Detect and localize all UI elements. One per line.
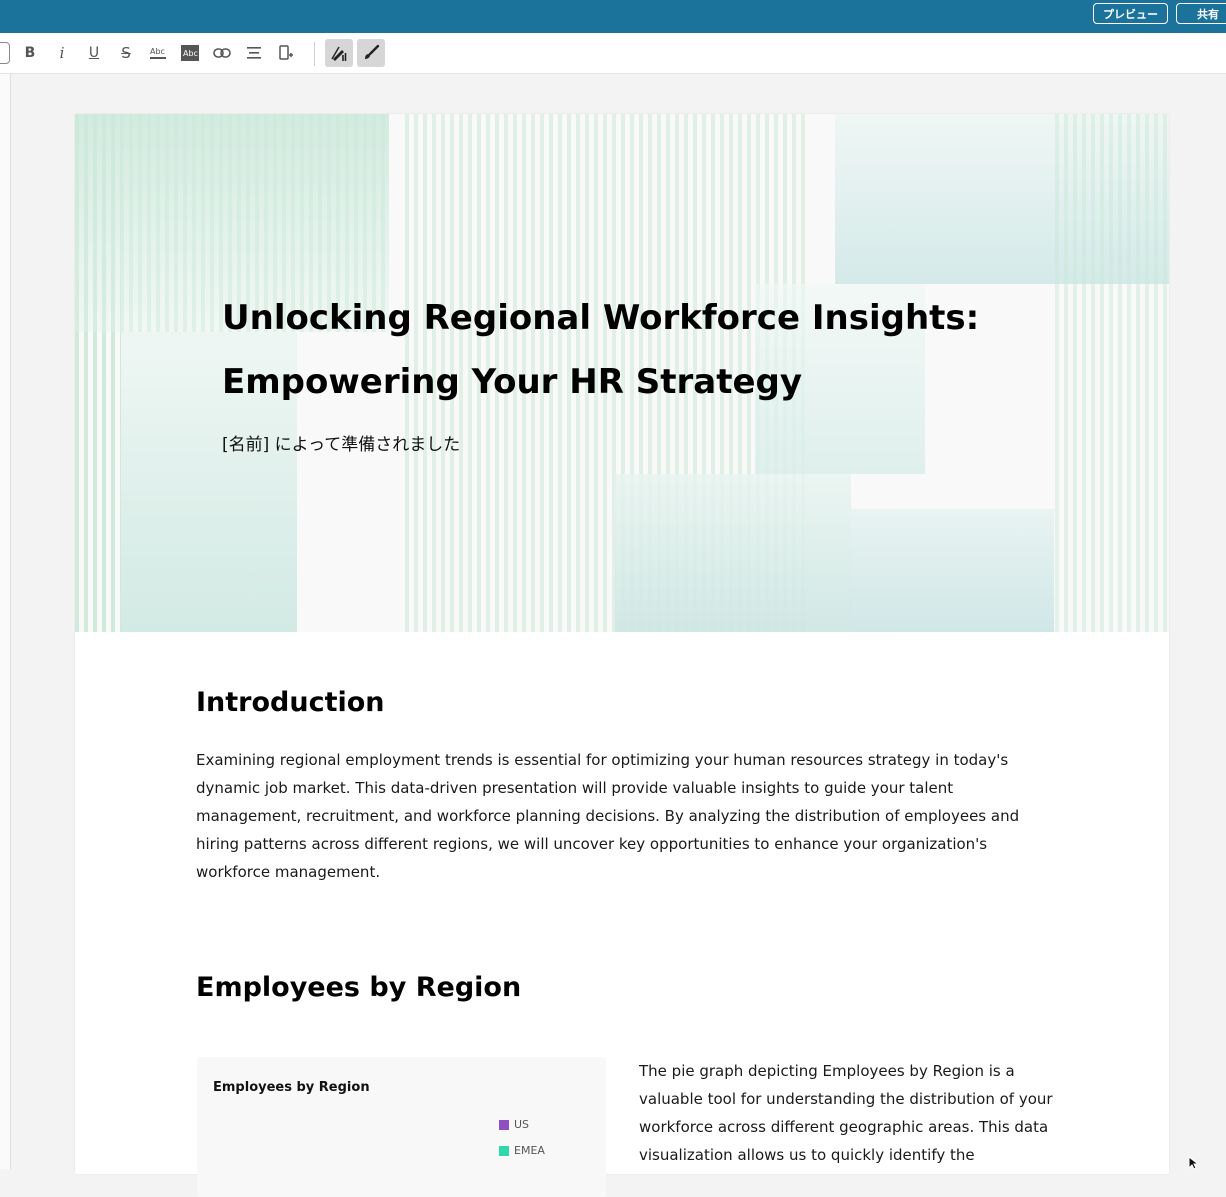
- document-page: Unlocking Regional Workforce Insights: E…: [75, 114, 1169, 1197]
- mouse-cursor-icon: [1188, 1156, 1200, 1170]
- highlight-button[interactable]: Abc: [176, 39, 204, 67]
- align-icon: [247, 47, 261, 59]
- chart-title: Employees by Region: [213, 1080, 370, 1095]
- insert-icon: [279, 45, 293, 60]
- style-brush-button[interactable]: [357, 39, 385, 67]
- strikethrough-icon: S: [121, 44, 131, 62]
- underline-icon: U: [88, 45, 100, 61]
- cover-title[interactable]: Unlocking Regional Workforce Insights: E…: [222, 286, 1002, 414]
- cover-banner: Unlocking Regional Workforce Insights: E…: [75, 114, 1169, 632]
- legend-item-emea: EMEA: [499, 1144, 545, 1157]
- font-size-field[interactable]: [0, 42, 10, 64]
- text-color-icon: Abc: [150, 47, 166, 59]
- svg-text:Abc: Abc: [150, 47, 165, 56]
- insert-button[interactable]: [272, 39, 300, 67]
- introduction-heading[interactable]: Introduction: [196, 687, 385, 718]
- sparkle-pen-icon: [331, 46, 347, 61]
- underline-button[interactable]: U: [80, 39, 108, 67]
- bold-icon: B: [24, 45, 36, 61]
- cover-decoration: [850, 509, 1054, 632]
- share-button[interactable]: 共有: [1176, 3, 1226, 24]
- legend-item-us: US: [499, 1118, 529, 1131]
- employees-chart[interactable]: Employees by Region US EMEA: [197, 1057, 606, 1197]
- cover-subtitle[interactable]: [名前] によって準備されました: [222, 430, 460, 455]
- link-icon: [213, 48, 231, 58]
- employees-body[interactable]: The pie graph depicting Employees by Reg…: [639, 1057, 1059, 1169]
- preview-button[interactable]: プレビュー: [1093, 3, 1168, 24]
- ai-assist-button[interactable]: [325, 39, 353, 67]
- italic-button[interactable]: i: [48, 39, 76, 67]
- formatting-toolbar: B i U S Abc Abc: [0, 33, 1226, 74]
- legend-swatch-emea: [499, 1145, 509, 1156]
- svg-text:Abc: Abc: [183, 49, 198, 58]
- italic-icon: i: [59, 44, 65, 62]
- cover-decoration: [615, 474, 851, 632]
- legend-swatch-us: [499, 1119, 509, 1130]
- toolbar-separator: [314, 42, 315, 66]
- legend-label-emea: EMEA: [514, 1144, 545, 1157]
- top-bar: プレビュー 共有: [0, 0, 1226, 33]
- text-color-button[interactable]: Abc: [144, 39, 172, 67]
- cover-decoration: [1055, 114, 1169, 632]
- introduction-body[interactable]: Examining regional employment trends is …: [196, 746, 1036, 886]
- side-panel-edge: [0, 74, 11, 1169]
- strikethrough-button[interactable]: S: [112, 39, 140, 67]
- bold-button[interactable]: B: [16, 39, 44, 67]
- brush-icon: [365, 44, 380, 59]
- legend-label-us: US: [514, 1118, 530, 1131]
- align-button[interactable]: [240, 39, 268, 67]
- employees-heading[interactable]: Employees by Region: [196, 972, 521, 1003]
- link-button[interactable]: [208, 39, 236, 67]
- highlight-icon: Abc: [181, 45, 199, 61]
